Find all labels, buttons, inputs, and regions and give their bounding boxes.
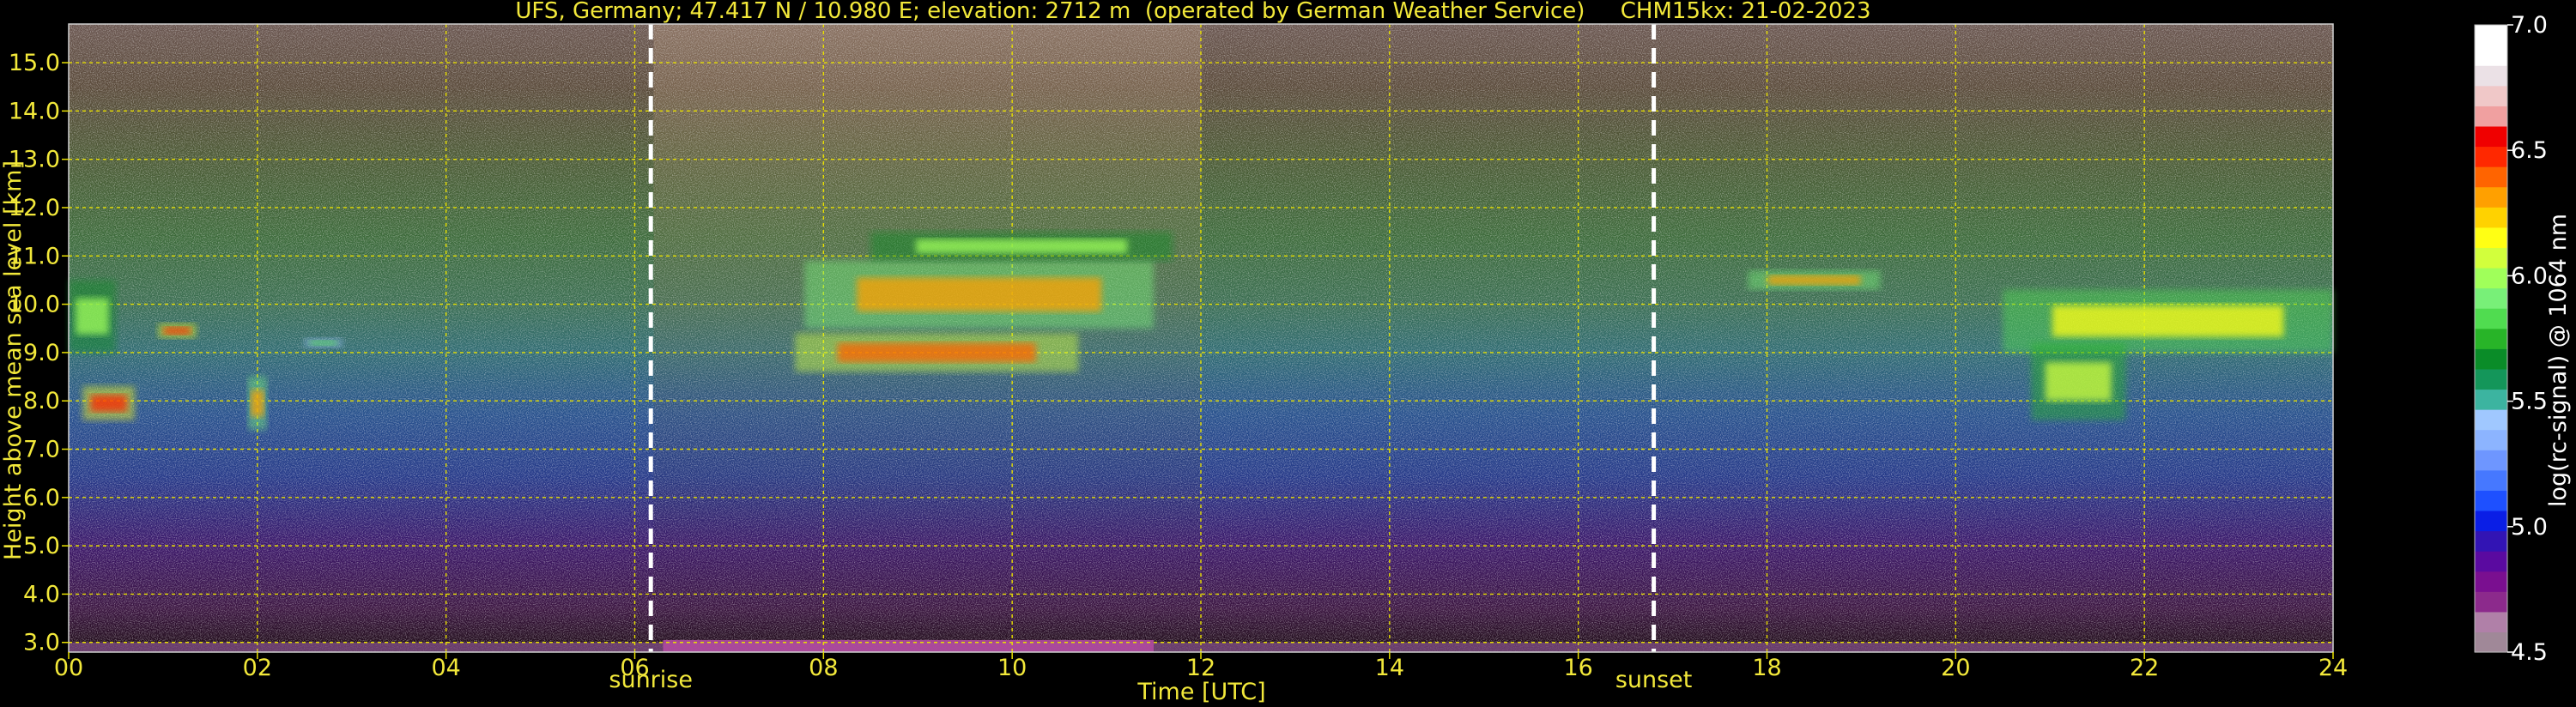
cloud-core-7 [916, 239, 1128, 254]
cloud-core-4 [310, 340, 337, 346]
colorbar-segment [2475, 207, 2507, 228]
colorbar-segment [2475, 348, 2507, 370]
colorbar-segment [2475, 389, 2507, 410]
marker-label-sunset: sunset [1615, 667, 1693, 693]
colorbar-segment [2475, 125, 2507, 148]
y-axis-label: Height above mean sea level [km] [0, 160, 27, 560]
y-tick-label: 6.0 [23, 485, 60, 511]
y-tick-label: 8.0 [23, 388, 60, 414]
colorbar-segment [2475, 287, 2507, 309]
y-tick-label: 4.0 [23, 581, 60, 607]
colorbar-segment [2475, 490, 2507, 511]
colorbar-tick-label: 6.5 [2511, 137, 2548, 164]
colorbar-segment [2475, 166, 2507, 188]
cloud-core-9 [2052, 305, 2284, 337]
colorbar-tick-label: 7.0 [2511, 12, 2548, 39]
colorbar-segment [2475, 368, 2507, 390]
y-tick-label: 5.0 [23, 533, 60, 559]
colorbar-segment [2475, 25, 2507, 46]
x-tick-label: 10 [997, 655, 1027, 681]
colorbar-segment [2475, 267, 2507, 289]
y-tick-label: 15.0 [9, 50, 60, 76]
colorbar-segment [2475, 85, 2507, 106]
ceilometer-chart: sunrise sunset00 02 04 06 08 10 12 14 16 18 20 22 243… [0, 0, 2572, 705]
y-tick-label: 14.0 [9, 98, 60, 124]
colorbar-segment [2475, 631, 2507, 653]
cloud-core-0 [76, 298, 109, 335]
colorbar-segment [2475, 328, 2507, 349]
colorbar-segment [2475, 571, 2507, 592]
y-tick-label: 7.0 [23, 437, 60, 463]
x-tick-label: 24 [2318, 655, 2348, 681]
colorbar-segment [2475, 469, 2507, 491]
colorbar-segment [2475, 551, 2507, 572]
x-tick-label: 16 [1563, 655, 1592, 681]
colorbar-tick-label: 6.0 [2511, 263, 2548, 289]
cloud-core-10 [2045, 362, 2112, 402]
x-tick-label: 04 [431, 655, 460, 681]
x-tick-label: 00 [54, 655, 83, 681]
signal-noise [69, 24, 2333, 652]
colorbar-segment [2475, 65, 2507, 87]
colorbar-segment [2475, 530, 2507, 552]
colorbar-tick-label: 5.0 [2511, 514, 2548, 541]
chart-title: UFS, Germany; 47.417 N / 10.980 E; eleva… [515, 0, 1870, 24]
cloud-core-1 [90, 395, 127, 412]
ground-layer-day [663, 639, 1155, 652]
y-tick-label: 3.0 [23, 630, 60, 656]
cloud-core-8 [1767, 275, 1861, 286]
colorbar-segment [2475, 510, 2507, 532]
x-tick-label: 20 [1941, 655, 1970, 681]
colorbar-tick-label: 5.5 [2511, 389, 2548, 415]
colorbar-segment [2475, 45, 2507, 66]
colorbar-label: log(rc-signal) @ 1064 nm [2545, 214, 2572, 507]
colorbar-segment [2475, 146, 2507, 167]
colorbar-segment [2475, 227, 2507, 248]
colorbar-segment [2475, 308, 2507, 329]
colorbar-segment [2475, 591, 2507, 613]
colorbar-segment [2475, 247, 2507, 269]
x-tick-label: 12 [1186, 655, 1215, 681]
y-tick-label: 9.0 [23, 340, 60, 366]
x-tick-label: 18 [1752, 655, 1781, 681]
colorbar-tick-label: 4.5 [2511, 639, 2548, 666]
x-tick-label: 22 [2130, 655, 2159, 681]
colorbar-segment [2475, 409, 2507, 431]
x-tick-label: 06 [620, 655, 649, 681]
colorbar-segment [2475, 106, 2507, 127]
colorbar-segment [2475, 611, 2507, 633]
colorbar-segment [2475, 450, 2507, 471]
x-tick-label: 02 [243, 655, 272, 681]
cloud-core-3 [251, 390, 264, 417]
x-axis-label: Time [UTC] [1136, 679, 1265, 705]
cloud-core-5 [837, 342, 1036, 363]
colorbar-segment [2475, 429, 2507, 450]
x-tick-label: 08 [809, 655, 838, 681]
x-tick-label: 14 [1375, 655, 1404, 681]
cloud-core-6 [857, 277, 1102, 312]
cloud-core-2 [164, 327, 191, 335]
colorbar-segment [2475, 186, 2507, 208]
